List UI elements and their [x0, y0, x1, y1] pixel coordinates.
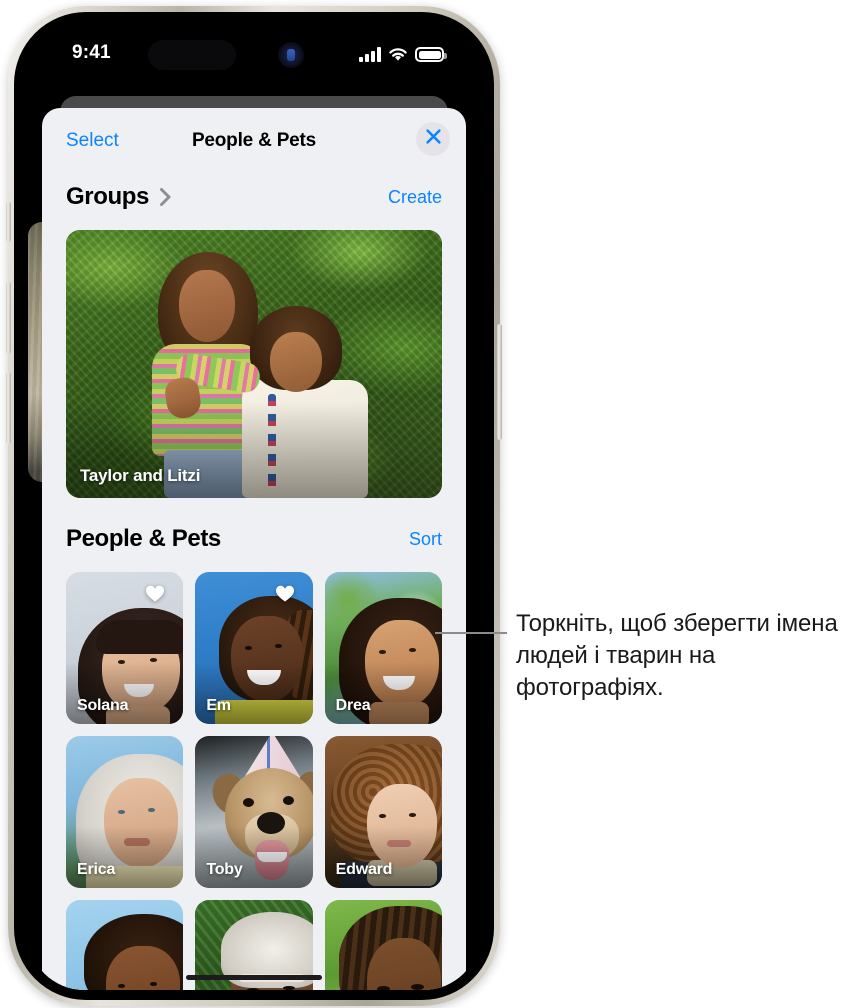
close-x-icon: [425, 128, 442, 150]
person-name: Erica: [77, 861, 116, 878]
group-card-label: Taylor and Litzi: [80, 466, 201, 485]
people-title: People & Pets: [66, 525, 221, 552]
groups-title: Groups: [66, 183, 149, 210]
person-name: Em: [206, 697, 231, 714]
cellular-signal-icon: [359, 47, 381, 62]
person-cell-partial-3[interactable]: [324, 900, 442, 990]
dynamic-island: [148, 40, 236, 70]
people-and-pets-grid: Solana Em Drea Erica Toby Edward: [66, 572, 442, 990]
person-cell-drea[interactable]: Drea: [324, 572, 442, 724]
callout-text: Торкніть, щоб зберегти імена людей і тва…: [516, 610, 838, 701]
person-cell-em[interactable]: Em: [195, 572, 313, 724]
volume-up-button[interactable]: [6, 282, 11, 354]
sheet-title: People & Pets: [191, 130, 317, 151]
device-screen: 9:41 Select People & Pets Groups Create …: [28, 26, 480, 990]
screenshot-stage: 9:41 Select People & Pets Groups Create …: [0, 0, 862, 1008]
status-bar-indicators: [359, 44, 447, 62]
wifi-icon: [388, 47, 408, 62]
action-button[interactable]: [6, 202, 11, 242]
callout-leader-line: [435, 632, 507, 634]
pet-cell-toby[interactable]: Toby: [195, 736, 313, 888]
create-group-button[interactable]: Create: [388, 187, 442, 208]
chevron-right-icon[interactable]: [159, 187, 172, 207]
person-name: Solana: [77, 697, 129, 714]
front-camera-icon: [278, 42, 304, 68]
sort-button[interactable]: Sort: [409, 529, 442, 550]
groups-section-header: Groups Create: [42, 174, 466, 220]
person-cell-solana[interactable]: Solana: [66, 572, 184, 724]
people-section-header: People & Pets Sort: [42, 516, 466, 562]
home-indicator[interactable]: [186, 975, 322, 980]
battery-icon: [415, 47, 447, 62]
people-and-pets-sheet: Select People & Pets Groups Create Taylo…: [42, 108, 466, 990]
person-photo: [324, 900, 442, 990]
person-name: Drea: [335, 697, 371, 714]
group-card-taylor-and-litzi[interactable]: Taylor and Litzi: [66, 230, 442, 498]
person-cell-erica[interactable]: Erica: [66, 736, 184, 888]
heart-icon: [145, 584, 165, 604]
sheet-navigation-bar: Select People & Pets: [42, 108, 466, 174]
iphone-device-frame: 9:41 Select People & Pets Groups Create …: [6, 6, 502, 1006]
volume-down-button[interactable]: [6, 372, 11, 444]
status-bar: 9:41: [28, 26, 480, 88]
person-photo: [66, 900, 184, 990]
power-button[interactable]: [497, 324, 502, 440]
close-button[interactable]: [416, 122, 450, 156]
heart-icon: [275, 584, 295, 604]
person-name: Edward: [335, 861, 393, 878]
status-bar-time: 9:41: [72, 42, 111, 63]
pet-name: Toby: [206, 861, 243, 878]
person-cell-partial-1[interactable]: [66, 900, 184, 990]
person-cell-edward[interactable]: Edward: [324, 736, 442, 888]
